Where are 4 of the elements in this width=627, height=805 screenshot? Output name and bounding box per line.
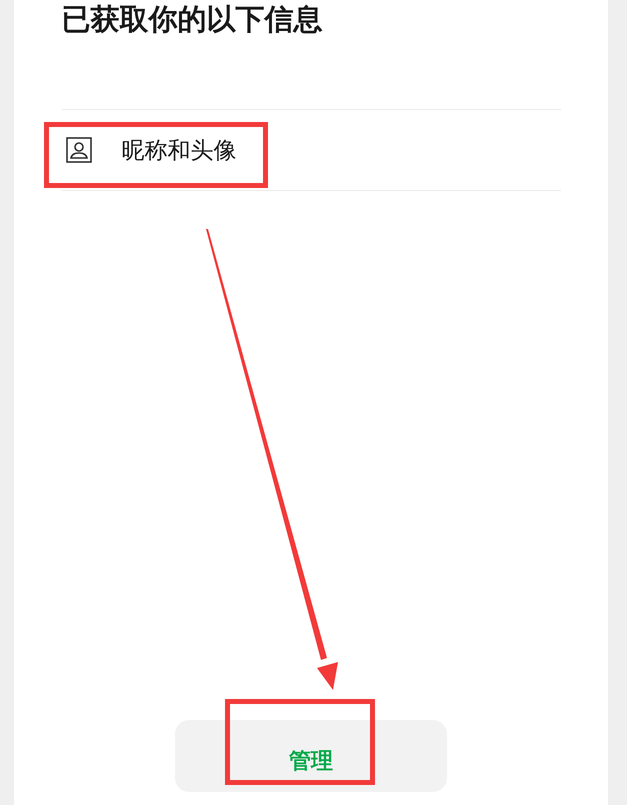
- permission-label: 昵称和头像: [122, 136, 236, 166]
- profile-icon: [66, 137, 92, 163]
- page-title: 已获取你的以下信息: [62, 1, 324, 38]
- manage-button[interactable]: 管理: [175, 720, 447, 792]
